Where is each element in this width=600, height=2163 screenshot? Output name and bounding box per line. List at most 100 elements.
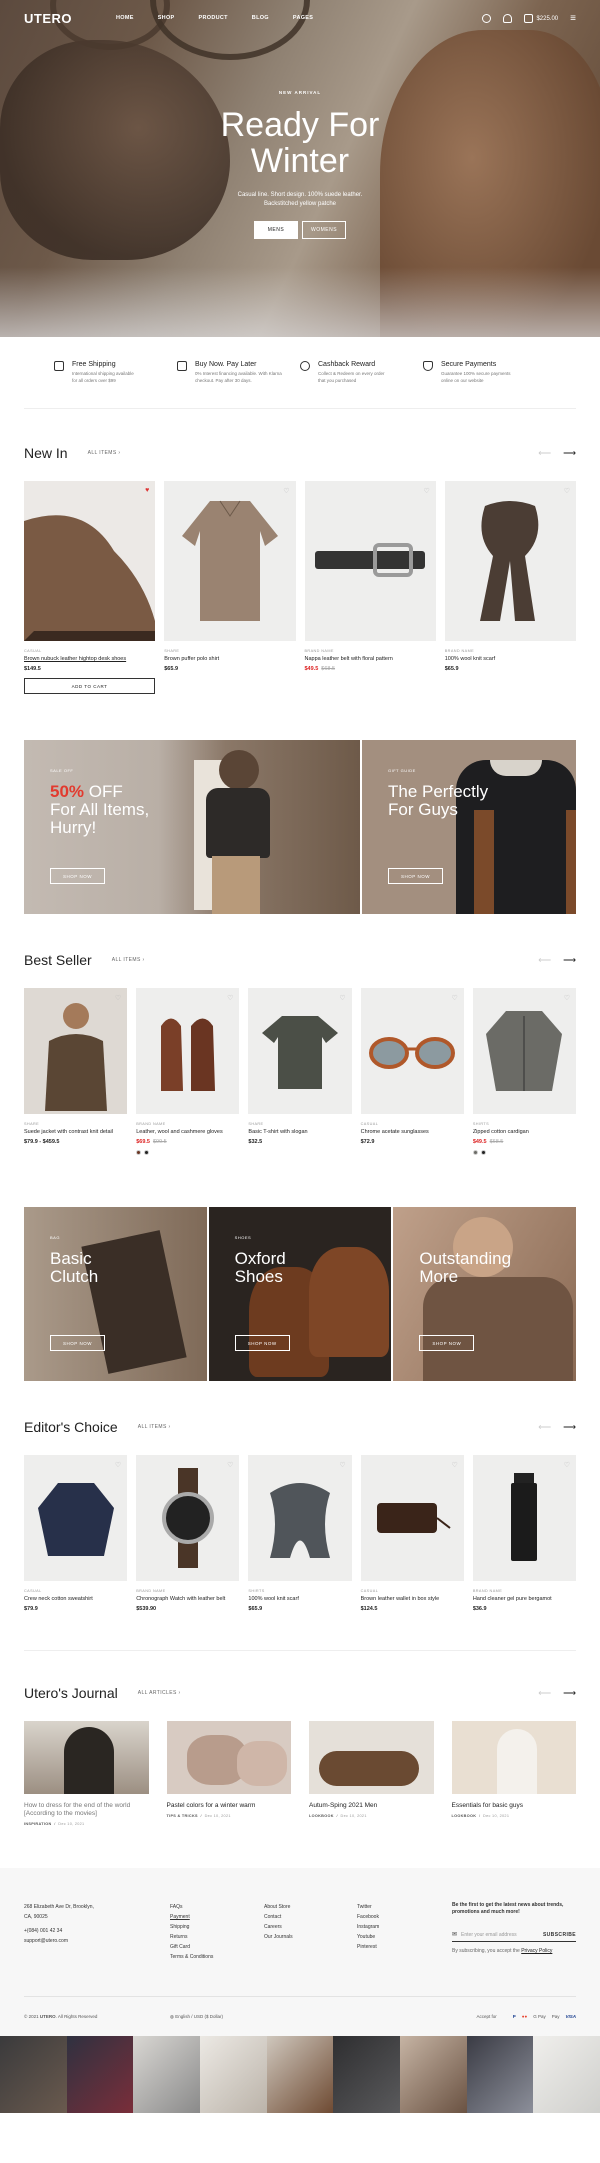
heart-icon[interactable]: ♡ <box>564 1461 570 1469</box>
strip-photo[interactable] <box>66 2036 134 2113</box>
prev-arrow-icon[interactable]: ⟵ <box>538 955 551 966</box>
strip-photo[interactable] <box>333 2036 401 2113</box>
swatch[interactable] <box>480 1150 486 1155</box>
footer-phone[interactable]: +(084) 001 42 34 <box>24 1926 170 1936</box>
article-title[interactable]: Essentials for basic guys <box>452 1802 577 1810</box>
product-name[interactable]: Basic T-shirt with slogan <box>248 1129 351 1135</box>
all-items-link[interactable]: ALL ITEMS › <box>112 957 145 963</box>
product-image[interactable]: ♡ <box>24 1455 128 1581</box>
mens-button[interactable]: MENS <box>254 221 298 239</box>
menu-home[interactable]: HOME <box>116 15 134 21</box>
article-category[interactable]: LOOKBOOK <box>452 1814 477 1818</box>
all-items-link[interactable]: ALL ITEMS › <box>88 450 121 456</box>
heart-icon[interactable]: ♡ <box>115 994 121 1002</box>
footer-link[interactable]: Pinterest <box>357 1942 452 1952</box>
footer-link[interactable]: Instagram <box>357 1922 452 1932</box>
product-name[interactable]: Brown leather wallet in box style <box>361 1596 464 1602</box>
all-articles-link[interactable]: ALL ARTICLES › <box>138 1690 181 1696</box>
article-card[interactable]: Pastel colors for a winter warm TIPS & T… <box>166 1721 292 1826</box>
footer-link[interactable]: Contact <box>264 1912 357 1922</box>
heart-icon[interactable]: ♥ <box>145 487 149 494</box>
product-card[interactable]: ♡ BRAND NAME Nappa leather belt with flo… <box>304 481 436 694</box>
footer-link[interactable]: Facebook <box>357 1912 452 1922</box>
product-name[interactable]: Nappa leather belt with floral pattern <box>305 656 436 662</box>
product-name[interactable]: Brown puffer polo shirt <box>164 656 295 662</box>
heart-icon[interactable]: ♡ <box>452 994 458 1002</box>
menu-blog[interactable]: BLOG <box>252 15 269 21</box>
product-name[interactable]: Hand cleaner gel pure bergamot <box>473 1596 576 1602</box>
product-image[interactable]: ♡ <box>472 1455 577 1581</box>
prev-arrow-icon[interactable]: ⟵ <box>538 1688 551 1699</box>
strip-photo[interactable] <box>0 2036 67 2113</box>
heart-icon[interactable]: ♡ <box>339 994 345 1002</box>
product-image[interactable]: ♡ <box>248 988 352 1114</box>
footer-link[interactable]: Youtube <box>357 1932 452 1942</box>
product-card[interactable]: ♡ BRAND NAME Hand cleaner gel pure berga… <box>472 1455 577 1612</box>
product-image[interactable]: ♡ <box>304 481 436 641</box>
swatch[interactable] <box>136 1150 142 1155</box>
product-name[interactable]: 100% wool knit scarf <box>248 1596 351 1602</box>
strip-photo[interactable] <box>533 2036 600 2113</box>
gift-guide-banner[interactable]: GIFT GUIDE The Perfectly For Guys SHOP N… <box>362 740 576 914</box>
email-input[interactable]: Enter your email address <box>461 1930 543 1940</box>
footer-link[interactable]: Gift Card <box>170 1942 264 1952</box>
footer-link[interactable]: Shipping <box>170 1922 264 1932</box>
product-image[interactable]: ♡ <box>360 988 464 1114</box>
privacy-policy-link[interactable]: Privacy Policy <box>521 1948 552 1954</box>
article-title[interactable]: Autum-Sping 2021 Men <box>309 1802 434 1810</box>
product-card[interactable]: ♡ CASUAL Crew neck cotton sweatshirt $79… <box>24 1455 128 1612</box>
next-arrow-icon[interactable]: ⟶ <box>563 1688 576 1699</box>
heart-icon[interactable]: ♡ <box>115 1461 121 1469</box>
language-selector[interactable]: ◍ English / USD ($ Dollar) <box>170 2014 476 2020</box>
article-category[interactable]: INSPIRATION <box>24 1822 52 1826</box>
next-arrow-icon[interactable]: ⟶ <box>563 448 576 459</box>
product-name[interactable]: 100% wool knit scarf <box>445 656 576 662</box>
article-card[interactable]: Essentials for basic guys LOOKBOOK / Dec… <box>451 1721 577 1826</box>
product-card[interactable]: ♡ CASUAL Chrome acetate sunglasses $72.9 <box>360 988 464 1155</box>
footer-link[interactable]: Payment <box>170 1912 264 1922</box>
add-to-cart-button[interactable]: ADD TO CART <box>24 678 155 694</box>
product-card[interactable]: ♥ CASUAL Brown nubuck leather hightop de… <box>24 481 156 694</box>
category-banner[interactable]: BAG Basic Clutch SHOP NOW <box>24 1207 207 1381</box>
womens-button[interactable]: WOMENS <box>302 221 346 239</box>
menu-shop[interactable]: SHOP <box>158 15 175 21</box>
shop-now-button[interactable]: SHOP NOW <box>50 1335 105 1351</box>
article-image[interactable] <box>24 1721 149 1794</box>
product-card[interactable]: ♡ CASUAL Brown leather wallet in box sty… <box>360 1455 464 1612</box>
article-image[interactable] <box>166 1721 291 1794</box>
product-image[interactable]: ♡ <box>360 1455 464 1581</box>
category-banner[interactable]: Outstanding More SHOP NOW <box>393 1207 577 1381</box>
product-image[interactable]: ♡ <box>248 1455 352 1581</box>
product-card[interactable]: ♡ SHIRTS Zipped cotton cardigan $49.5 $68… <box>472 988 577 1155</box>
strip-photo[interactable] <box>266 2036 334 2113</box>
menu-product[interactable]: PRODUCT <box>199 15 228 21</box>
heart-icon[interactable]: ♡ <box>564 487 570 495</box>
swatch[interactable] <box>472 1150 478 1155</box>
heart-icon[interactable]: ♡ <box>283 487 289 495</box>
article-title[interactable]: How to dress for the end of the world [Ac… <box>24 1802 149 1818</box>
article-image[interactable] <box>309 1721 434 1794</box>
shop-now-button[interactable]: SHOP NOW <box>234 1335 290 1351</box>
prev-arrow-icon[interactable]: ⟵ <box>538 1422 551 1433</box>
product-image[interactable]: ♡ <box>472 988 577 1114</box>
swatch[interactable] <box>144 1150 150 1155</box>
next-arrow-icon[interactable]: ⟶ <box>563 955 576 966</box>
product-image[interactable]: ♡ <box>164 481 296 641</box>
product-name[interactable]: Chronograph Watch with leather belt <box>136 1596 239 1602</box>
footer-link[interactable]: Terms & Conditions <box>170 1952 264 1962</box>
shop-now-button[interactable]: SHOP NOW <box>50 868 105 884</box>
all-items-link[interactable]: ALL ITEMS › <box>138 1424 171 1430</box>
product-card[interactable]: ♡ BRAND NAME 100% wool knit scarf $65.9 <box>444 481 576 694</box>
cart-button[interactable]: $225.00 <box>524 13 558 23</box>
subscribe-button[interactable]: SUBSCRIBE <box>543 1930 576 1940</box>
article-title[interactable]: Pastel colors for a winter warm <box>167 1802 292 1810</box>
footer-link[interactable]: Careers <box>264 1922 357 1932</box>
user-icon[interactable] <box>503 13 513 23</box>
menu-pages[interactable]: PAGES <box>293 15 313 21</box>
shop-now-button[interactable]: SHOP NOW <box>419 1335 475 1351</box>
footer-link[interactable]: FAQs <box>170 1902 264 1912</box>
product-image[interactable]: ♡ <box>136 988 240 1114</box>
article-category[interactable]: TIPS & TRICKS <box>167 1814 198 1818</box>
footer-email[interactable]: support@utero.com <box>24 1936 170 1946</box>
product-card[interactable]: ♡ SHARE Brown puffer polo shirt $65.9 <box>164 481 296 694</box>
